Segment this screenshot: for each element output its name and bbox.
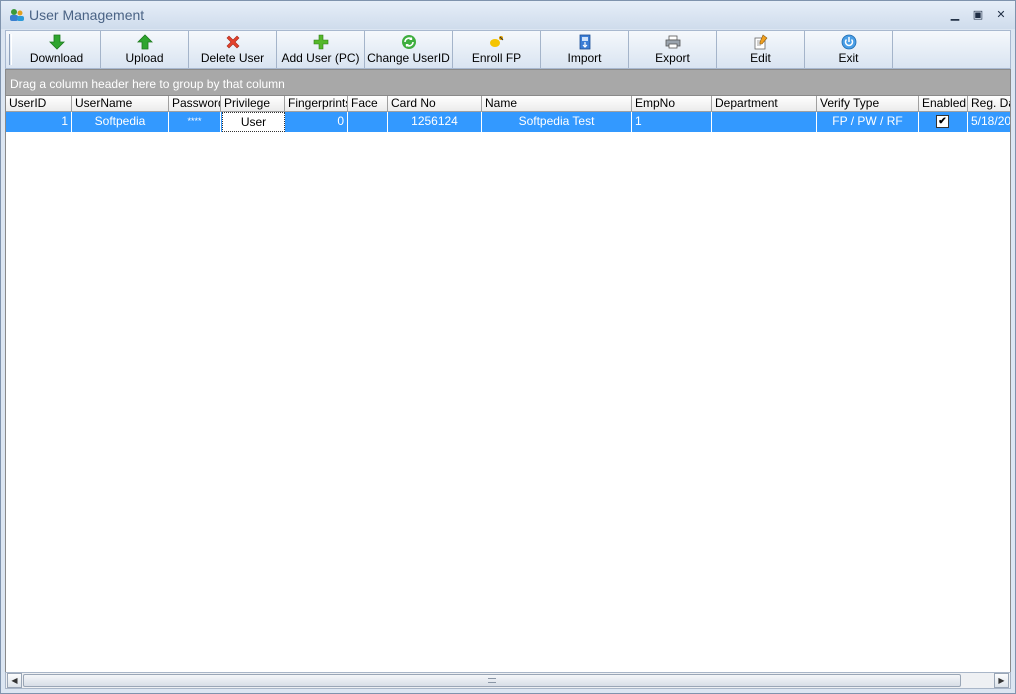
- import-icon: [579, 34, 590, 50]
- cell-enabled[interactable]: ✔: [919, 112, 968, 132]
- scrollbar-thumb[interactable]: [23, 674, 961, 687]
- cell-department[interactable]: [712, 112, 817, 132]
- add-user-pc-label: Add User (PC): [281, 51, 360, 65]
- cell-name[interactable]: Softpedia Test: [482, 112, 632, 132]
- column-header-name[interactable]: Name: [482, 96, 632, 112]
- exit-button[interactable]: Exit: [805, 31, 893, 68]
- cell-verify-type[interactable]: FP / PW / RF: [817, 112, 919, 132]
- enroll-fp-button[interactable]: Enroll FP: [453, 31, 541, 68]
- column-header-face[interactable]: Face: [348, 96, 388, 112]
- enabled-checkbox[interactable]: ✔: [936, 115, 949, 128]
- users-grid: UserID UserName Password Privilege Finge…: [5, 96, 1011, 672]
- enroll-fp-label: Enroll FP: [471, 51, 522, 65]
- download-button[interactable]: Download: [13, 31, 101, 68]
- edit-icon: [754, 34, 767, 50]
- title-bar[interactable]: User Management ▁ ▣ ✕: [1, 1, 1015, 29]
- arrow-down-icon: [48, 34, 65, 50]
- close-button[interactable]: ✕: [990, 6, 1012, 24]
- group-by-panel[interactable]: Drag a column header here to group by th…: [5, 69, 1011, 96]
- import-label: Import: [567, 51, 602, 65]
- export-button[interactable]: Export: [629, 31, 717, 68]
- user-management-window: User Management ▁ ▣ ✕ Download Upload De…: [0, 0, 1016, 694]
- add-user-pc-button[interactable]: Add User (PC): [277, 31, 365, 68]
- change-userid-button[interactable]: Change UserID: [365, 31, 453, 68]
- table-row[interactable]: 1 Softpedia **** User 0 1256124 Softpedi…: [6, 112, 1010, 132]
- scroll-left-arrow-icon[interactable]: ◀: [7, 673, 22, 688]
- column-header-enabled[interactable]: Enabled: [919, 96, 968, 112]
- column-header-privilege[interactable]: Privilege: [221, 96, 285, 112]
- users-app-icon: [10, 9, 24, 21]
- upload-label: Upload: [125, 51, 164, 65]
- fingerprint-key-icon: [489, 36, 503, 47]
- arrow-up-icon: [136, 34, 153, 50]
- cell-privilege[interactable]: User: [222, 112, 285, 132]
- cell-password[interactable]: ****: [169, 112, 221, 132]
- cell-username[interactable]: Softpedia: [72, 112, 169, 132]
- column-header-verify-type[interactable]: Verify Type: [817, 96, 919, 112]
- delete-user-button[interactable]: Delete User: [189, 31, 277, 68]
- column-header-reg-date[interactable]: Reg. Da: [968, 96, 1010, 112]
- scrollbar-grip: [488, 678, 496, 683]
- cell-empno[interactable]: 1: [632, 112, 712, 132]
- group-by-hint: Drag a column header here to group by th…: [10, 77, 285, 91]
- column-header-password[interactable]: Password: [169, 96, 221, 112]
- change-userid-label: Change UserID: [367, 51, 450, 65]
- column-header-username[interactable]: UserName: [72, 96, 169, 112]
- export-label: Export: [655, 51, 690, 65]
- refresh-icon: [401, 35, 416, 49]
- horizontal-scrollbar[interactable]: ◀ ▶: [5, 672, 1011, 689]
- window-title: User Management: [29, 7, 145, 23]
- printer-icon: [665, 35, 680, 49]
- column-header-fingerprints[interactable]: Fingerprints: [285, 96, 348, 112]
- toolbar: Download Upload Delete User Add User (PC…: [5, 30, 1011, 69]
- power-icon: [841, 34, 856, 50]
- cell-card-no[interactable]: 1256124: [388, 112, 482, 132]
- delete-x-icon: [226, 35, 239, 49]
- cell-fingerprints[interactable]: 0: [285, 112, 348, 132]
- column-header-userid[interactable]: UserID: [6, 96, 72, 112]
- toolbar-grip[interactable]: [9, 34, 12, 65]
- column-header-card-no[interactable]: Card No: [388, 96, 482, 112]
- column-header-department[interactable]: Department: [712, 96, 817, 112]
- edit-button[interactable]: Edit: [717, 31, 805, 68]
- plus-icon: [313, 34, 328, 50]
- cell-reg-date[interactable]: 5/18/20: [968, 112, 1010, 132]
- cell-userid[interactable]: 1: [6, 112, 72, 132]
- cell-face[interactable]: [348, 112, 388, 132]
- edit-label: Edit: [750, 51, 771, 65]
- scroll-right-arrow-icon[interactable]: ▶: [994, 673, 1009, 688]
- minimize-button[interactable]: ▁: [944, 6, 966, 24]
- column-header-empno[interactable]: EmpNo: [632, 96, 712, 112]
- maximize-button[interactable]: ▣: [967, 6, 989, 24]
- exit-label: Exit: [838, 51, 859, 65]
- upload-button[interactable]: Upload: [101, 31, 189, 68]
- delete-user-label: Delete User: [200, 51, 265, 65]
- import-button[interactable]: Import: [541, 31, 629, 68]
- download-label: Download: [29, 51, 84, 65]
- grid-header: UserID UserName Password Privilege Finge…: [6, 96, 1010, 112]
